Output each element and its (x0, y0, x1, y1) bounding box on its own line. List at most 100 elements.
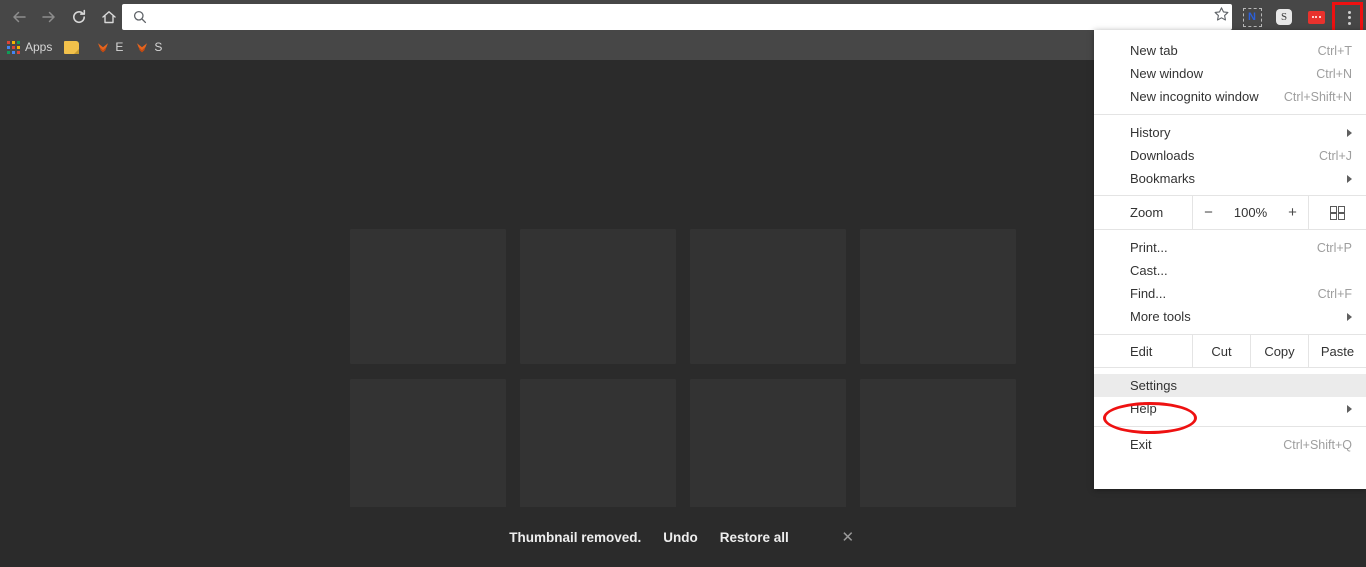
three-dot-menu-icon (1347, 10, 1351, 14)
thumbnail-tile[interactable] (690, 229, 846, 364)
onenote-clipper-extension-button[interactable]: N (1241, 6, 1263, 28)
folder-icon (64, 40, 80, 54)
apps-grid-icon (7, 40, 20, 54)
chevron-right-icon (1347, 404, 1352, 413)
s-letter-icon: S (1276, 9, 1292, 25)
reload-button[interactable] (68, 6, 90, 28)
zoom-controls: − 100% + (1192, 196, 1309, 229)
menu-item-settings[interactable]: Settings (1094, 374, 1366, 397)
chevron-right-icon (1347, 174, 1352, 183)
zoom-label: Zoom (1130, 205, 1164, 220)
bookmark-label: S (154, 40, 163, 54)
menu-item-find[interactable]: Find... Ctrl+F (1094, 282, 1366, 305)
chevron-favicon-icon (96, 40, 110, 54)
bookmark-apps-button[interactable]: Apps (2, 37, 57, 57)
chrome-main-menu: New tab Ctrl+T New window Ctrl+N New inc… (1094, 30, 1366, 489)
menu-separator (1094, 114, 1366, 115)
menu-item-new-window[interactable]: New window Ctrl+N (1094, 62, 1366, 85)
menu-item-downloads[interactable]: Downloads Ctrl+J (1094, 144, 1366, 167)
onenote-n-icon: N (1242, 7, 1262, 27)
menu-item-shortcut: Ctrl+Shift+Q (1283, 437, 1352, 452)
menu-edit-row: Edit Cut Copy Paste (1094, 334, 1366, 368)
chevron-favicon-icon (135, 40, 149, 54)
menu-item-help[interactable]: Help (1094, 397, 1366, 420)
bookmark-star-icon (1213, 6, 1230, 28)
bookmark-item-s[interactable]: S (130, 37, 167, 57)
menu-item-more-tools[interactable]: More tools (1094, 305, 1366, 328)
fullscreen-icon (1330, 205, 1345, 220)
chevron-right-icon (1347, 312, 1352, 321)
cut-button[interactable]: Cut (1192, 335, 1250, 367)
menu-item-label: More tools (1130, 309, 1191, 324)
chevron-right-icon (1347, 128, 1352, 137)
fullscreen-button[interactable] (1309, 196, 1366, 229)
menu-item-shortcut: Ctrl+P (1316, 240, 1352, 255)
menu-item-label: Downloads (1130, 148, 1195, 163)
menu-item-label: Cast... (1130, 263, 1168, 278)
red-dots-icon (1307, 10, 1325, 24)
menu-item-label: New window (1130, 66, 1203, 81)
close-icon[interactable]: ✕ (839, 528, 857, 546)
restore-all-link[interactable]: Restore all (720, 530, 789, 545)
thumbnail-tile[interactable] (520, 229, 676, 364)
address-bar[interactable] (122, 4, 1232, 30)
thumbnail-tile[interactable] (350, 229, 506, 364)
s-extension-button[interactable]: S (1273, 6, 1295, 28)
home-button[interactable] (98, 6, 120, 28)
menu-item-label: History (1130, 125, 1171, 140)
notification-message: Thumbnail removed. (509, 529, 642, 545)
menu-item-label: New tab (1130, 43, 1178, 58)
bookmark-label: E (115, 40, 124, 54)
thumbnail-tile[interactable] (860, 229, 1016, 364)
red-extension-button[interactable] (1305, 6, 1327, 28)
menu-item-history[interactable]: History (1094, 121, 1366, 144)
zoom-level-value: 100% (1233, 205, 1268, 220)
menu-item-label: New incognito window (1130, 89, 1259, 104)
menu-item-shortcut: Ctrl+F (1317, 286, 1352, 301)
menu-item-label: Bookmarks (1130, 171, 1196, 186)
menu-item-new-tab[interactable]: New tab Ctrl+T (1094, 39, 1366, 62)
most-visited-tile-grid (350, 229, 1016, 514)
edit-label: Edit (1130, 343, 1153, 359)
menu-item-shortcut: Ctrl+T (1317, 43, 1352, 58)
menu-zoom-row: Zoom − 100% + (1094, 195, 1366, 230)
bookmark-item-e[interactable]: E (91, 37, 128, 57)
menu-item-print[interactable]: Print... Ctrl+P (1094, 236, 1366, 259)
menu-item-label: Settings (1130, 378, 1177, 393)
thumbnail-tile[interactable] (520, 379, 676, 514)
thumbnail-removed-notification: Thumbnail removed. Undo Restore all ✕ (0, 507, 1366, 567)
bookmark-star-button[interactable] (1210, 6, 1232, 28)
bookmark-label: Apps (25, 40, 53, 54)
menu-item-label: Print... (1130, 240, 1168, 255)
search-icon (132, 9, 148, 25)
zoom-in-button[interactable]: + (1286, 204, 1300, 221)
thumbnail-tile[interactable] (690, 379, 846, 514)
address-bar-input[interactable] (148, 8, 1232, 26)
bookmark-folder[interactable] (59, 37, 89, 57)
forward-arrow-icon (40, 8, 58, 26)
menu-item-label: Find... (1130, 286, 1167, 301)
menu-item-bookmarks[interactable]: Bookmarks (1094, 167, 1366, 190)
back-arrow-icon (10, 8, 28, 26)
thumbnail-tile[interactable] (860, 379, 1016, 514)
menu-item-label: Help (1130, 401, 1157, 416)
menu-item-shortcut: Ctrl+Shift+N (1283, 89, 1352, 104)
menu-item-label: Exit (1130, 437, 1152, 452)
menu-separator (1094, 426, 1366, 427)
menu-item-new-incognito-window[interactable]: New incognito window Ctrl+Shift+N (1094, 85, 1366, 108)
menu-item-shortcut: Ctrl+N (1316, 66, 1352, 81)
forward-button[interactable] (38, 6, 60, 28)
chrome-menu-button[interactable] (1337, 4, 1361, 31)
reload-icon (70, 8, 88, 26)
browser-toolbar: N S (0, 0, 1366, 34)
menu-item-shortcut: Ctrl+J (1319, 148, 1352, 163)
thumbnail-tile[interactable] (350, 379, 506, 514)
menu-item-cast[interactable]: Cast... (1094, 259, 1366, 282)
copy-button[interactable]: Copy (1250, 335, 1308, 367)
back-button[interactable] (8, 6, 30, 28)
menu-item-exit[interactable]: Exit Ctrl+Shift+Q (1094, 433, 1366, 456)
paste-button[interactable]: Paste (1308, 335, 1366, 367)
zoom-out-button[interactable]: − (1202, 204, 1216, 221)
home-icon (100, 8, 118, 26)
undo-link[interactable]: Undo (663, 530, 698, 545)
